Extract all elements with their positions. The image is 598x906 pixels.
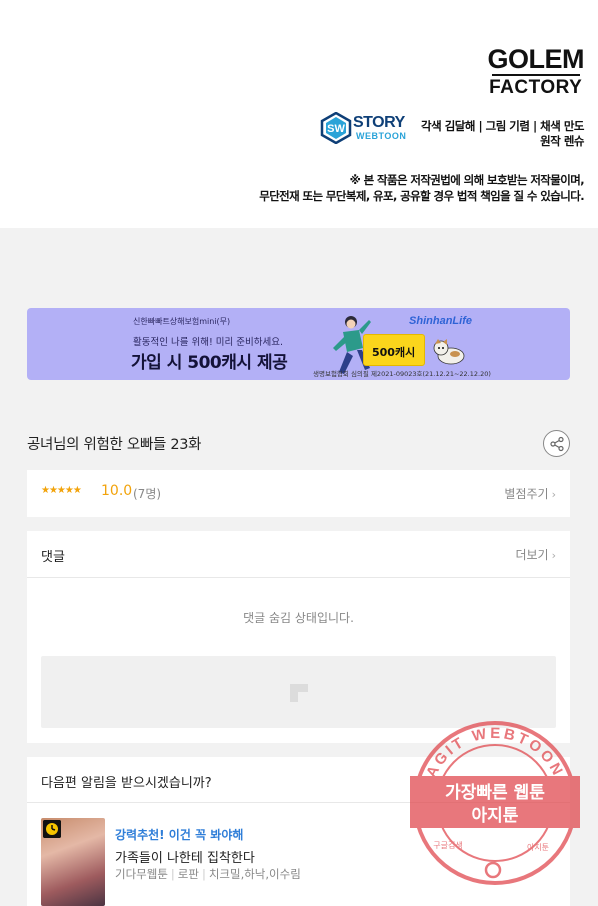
rating-count: (7명) <box>133 487 162 501</box>
comments-more-button[interactable]: 더보기 › <box>515 546 556 563</box>
credits-section: GOLEM FACTORY SW STORY WEBTOON 각색 김달해 | … <box>0 0 598 228</box>
comment-input-placeholder[interactable] <box>41 656 556 728</box>
ad-cash-text: 500캐시 <box>372 346 416 359</box>
comments-more-label: 더보기 <box>515 548 549 562</box>
image-placeholder-icon <box>290 684 308 702</box>
recommend-label: 강력추천! 이건 꼭 봐야해 <box>115 828 244 842</box>
ad-dog-mascot-icon <box>433 339 465 365</box>
ad-subtext: 활동적인 나를 위해! 미리 준비하세요. <box>133 337 284 348</box>
sw-badge-icon: SW <box>320 112 352 144</box>
divider <box>27 577 570 578</box>
next-episode-card: 다음편 알림을 받으시겠습니까? 강력추천! 이건 꼭 봐야해 가족들이 나한테… <box>27 757 570 906</box>
golem-factory-logo: GOLEM FACTORY <box>488 44 585 99</box>
sw-badge-text: SW <box>327 123 345 135</box>
copyright-notice-line1: ※ 본 작품은 저작권법에 의해 보호받는 저작물이며, <box>349 173 585 187</box>
recommended-genre: 로판 <box>177 867 199 881</box>
next-episode-question: 다음편 알림을 받으시겠습니까? <box>41 776 212 791</box>
recommended-authors: 치크밀,하낙,이수림 <box>208 867 301 881</box>
meta-separator: | <box>201 867 206 881</box>
meta-separator: | <box>170 867 175 881</box>
golem-logo-rule <box>491 74 580 76</box>
original-author-credit: 원작 렌슈 <box>540 134 584 148</box>
ad-banner[interactable]: 신한빠빠트상해보험mini(무) 활동적인 나를 위해! 미리 준비하세요. 가… <box>27 308 570 380</box>
chevron-right-icon: › <box>551 488 556 501</box>
ad-headline: 가입 시 500캐시 제공 <box>131 353 288 373</box>
staff-credits: 각색 김달해 | 그림 기렴 | 채색 만도 <box>421 119 584 133</box>
share-icon <box>550 436 564 452</box>
rate-button-label: 별점주기 <box>504 487 549 501</box>
episode-title: 공녀님의 위험한 오빠들 23화 <box>27 437 202 453</box>
sw-logo-webtoon: WEBTOON <box>356 131 407 141</box>
ad-cash-badge: 500캐시 <box>363 334 425 366</box>
ad-brand-logo: ShinhanLife <box>409 315 472 327</box>
ad-product-name: 신한빠빠트상해보험mini(무) <box>133 317 231 326</box>
sw-story-webtoon-logo: SW STORY WEBTOON <box>320 110 408 146</box>
rate-button[interactable]: 별점주기 › <box>504 485 556 502</box>
comments-header: 댓글 <box>41 550 65 565</box>
sw-logo-story: STORY <box>353 114 405 131</box>
golem-logo-line2: FACTORY <box>489 77 583 98</box>
divider <box>27 802 570 803</box>
chevron-right-icon: › <box>551 549 556 562</box>
comments-card: 댓글 더보기 › 댓글 숨김 상태입니다. <box>27 531 570 743</box>
rating-score: 10.0 <box>101 483 133 499</box>
ad-fine-print: 생명보험협회 심의필 제2021-09023호(21.12.21~22.12.2… <box>313 370 491 378</box>
recommended-thumbnail[interactable] <box>41 818 105 906</box>
recommended-title[interactable]: 가족들이 나한테 집착한다 <box>115 847 255 866</box>
copyright-notice: ※ 본 작품은 저작권법에 의해 보호받는 저작물이며, 무단전재 또는 무단복… <box>259 172 584 204</box>
golem-logo-line1: GOLEM <box>487 44 585 74</box>
recommended-platform: 기다무웹툰 <box>115 867 168 881</box>
wait-free-clock-icon <box>43 820 61 838</box>
rating-card: ★★★★★ 10.0 (7명) 별점주기 › <box>27 470 570 517</box>
copyright-notice-line2: 무단전재 또는 무단복제, 유포, 공유할 경우 법적 책임을 질 수 있습니다… <box>259 189 584 203</box>
recommended-meta: 기다무웹툰 | 로판 | 치크밀,하낙,이수림 <box>115 866 301 882</box>
star-rating-icon: ★★★★★ <box>41 485 82 496</box>
comments-hidden-message: 댓글 숨김 상태입니다. <box>243 611 354 625</box>
share-button[interactable] <box>543 430 570 457</box>
